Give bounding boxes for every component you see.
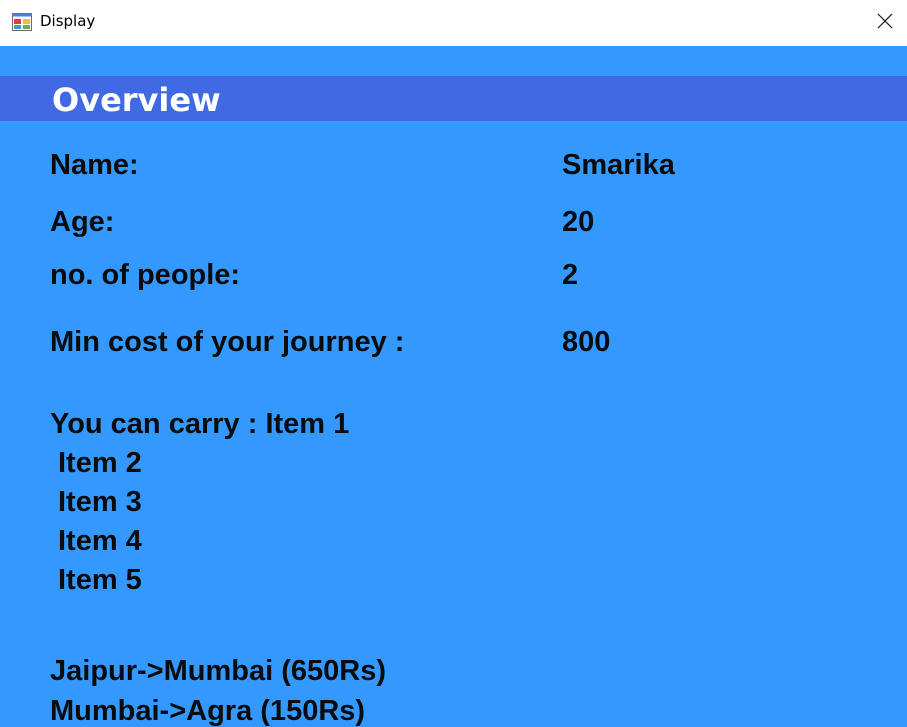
route-item: Mumbai->Agra (150Rs) — [50, 695, 366, 727]
people-value: 2 — [562, 259, 579, 291]
title-bar: Display — [0, 0, 907, 46]
overview-heading: Overview — [52, 81, 221, 119]
carry-item: Item 2 — [58, 447, 142, 479]
route-item: Jaipur->Mumbai (650Rs) — [50, 655, 387, 687]
carry-item: Item 4 — [58, 525, 142, 557]
route-list: Jaipur->Mumbai (650Rs) Mumbai->Agra (150… — [50, 651, 386, 727]
carry-item: Item 3 — [58, 486, 142, 518]
people-label: no. of people: — [50, 259, 241, 291]
close-button[interactable] — [862, 0, 907, 46]
carry-prefix: You can carry : — [50, 408, 266, 440]
cost-label: Min cost of your journey : — [50, 326, 405, 358]
overview-header: Overview — [0, 76, 907, 121]
carry-item: Item 1 — [265, 408, 350, 440]
display-panel: Overview Name: Smarika Age: 20 no. of pe… — [0, 46, 907, 727]
window-title: Display — [40, 12, 96, 30]
close-icon — [877, 13, 893, 34]
name-label: Name: — [50, 149, 139, 181]
carry-item: Item 5 — [58, 564, 142, 596]
age-value: 20 — [562, 206, 595, 238]
app-window-icon — [12, 13, 32, 31]
age-label: Age: — [50, 206, 115, 238]
carry-list: You can carry : Item 1 Item 2 Item 3 Ite… — [50, 405, 349, 600]
name-value: Smarika — [562, 149, 675, 181]
carry-first-line: You can carry : Item 1 — [50, 405, 349, 444]
cost-value: 800 — [562, 326, 611, 358]
